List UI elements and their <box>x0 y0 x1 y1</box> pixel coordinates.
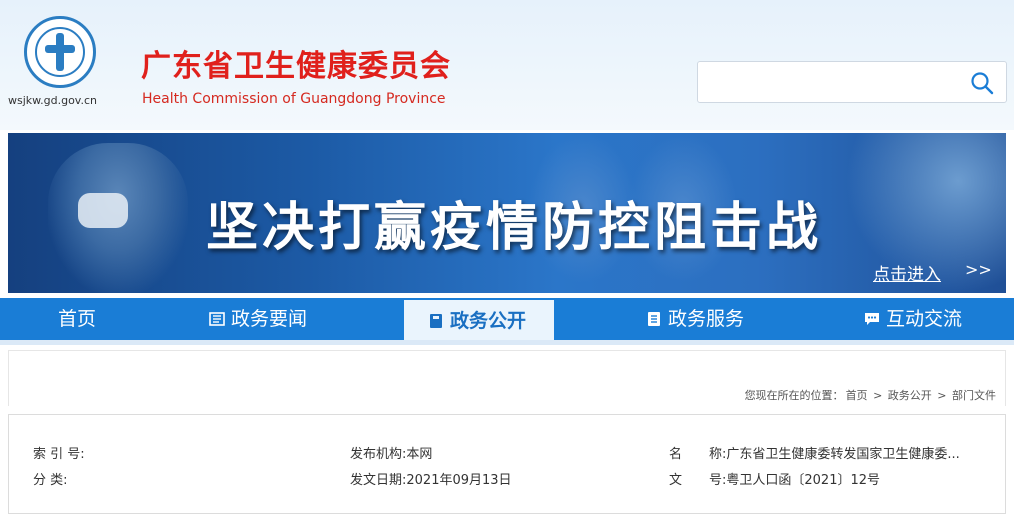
site-subtitle: Health Commission of Guangdong Province <box>142 91 446 107</box>
doc-number-value: 粤卫人口函〔2021〕12号 <box>726 473 881 488</box>
breadcrumb-item-home[interactable]: 首页 <box>846 389 868 402</box>
site-domain: wsjkw.gd.gov.cn <box>8 94 97 107</box>
nav-item-label: 互动交流 <box>886 308 963 330</box>
banner-slogan: 坚决打赢疫情防控阻击战 <box>206 198 823 258</box>
name-label-second: 称: <box>709 447 727 462</box>
site-header: wsjkw.gd.gov.cn 广东省卫生健康委员会 Health Commis… <box>0 0 1014 130</box>
publisher-value: 本网 <box>406 447 433 462</box>
name-row: 称:广东省卫生健康委转发国家卫生健康委... <box>709 443 960 462</box>
breadcrumb-separator: > <box>873 389 883 402</box>
name-value: 广东省卫生健康委转发国家卫生健康委... <box>726 447 960 462</box>
search-icon[interactable] <box>970 71 994 95</box>
nav-item-label: 政务公开 <box>450 310 527 332</box>
breadcrumb-prefix: 您现在所在的位置： <box>744 389 844 402</box>
name-label-first: 名 <box>669 447 683 462</box>
chat-icon <box>865 313 879 325</box>
main-nav: 首页 政务要闻 政务公开 政务服务 互动交流 <box>0 298 1014 340</box>
publisher-label: 发布机构: <box>350 447 407 462</box>
nav-item-interaction[interactable]: 互动交流 <box>864 298 962 340</box>
nav-item-label: 政务要闻 <box>231 308 308 330</box>
index-label: 索 引 号: <box>33 447 85 462</box>
breadcrumb-container: 您现在所在的位置： 首页 > 政务公开 > 部门文件 <box>8 350 1006 406</box>
breadcrumb-item-gov-open[interactable]: 政务公开 <box>888 389 932 402</box>
breadcrumb: 您现在所在的位置： 首页 > 政务公开 > 部门文件 <box>744 387 997 403</box>
document-icon <box>648 312 660 326</box>
banner-mask-shape <box>78 193 128 228</box>
search-input[interactable] <box>706 70 950 96</box>
nav-item-news[interactable]: 政务要闻 <box>209 298 307 340</box>
date-row: 发文日期:2021年09月13日 <box>350 469 512 488</box>
nav-divider <box>0 340 1014 345</box>
search-box[interactable] <box>697 61 1007 103</box>
banner-enter-link[interactable]: 点击进入 <box>873 260 941 285</box>
date-value: 2021年09月13日 <box>406 473 512 488</box>
document-info-table: 索 引 号: 分 类: 发布机构:本网 发文日期:2021年09月13日 名 称… <box>8 414 1006 514</box>
banner-enter-arrow-icon[interactable]: >> <box>965 260 992 279</box>
category-label: 分 类: <box>33 473 68 488</box>
nav-item-services[interactable]: 政务服务 <box>646 298 744 340</box>
doc-number-label-second: 号: <box>709 473 727 488</box>
news-icon <box>209 312 225 326</box>
publisher-row: 发布机构:本网 <box>350 443 432 462</box>
doc-number-label-first: 文 <box>669 473 683 488</box>
nav-item-label: 首页 <box>58 308 97 330</box>
site-logo[interactable] <box>24 16 96 88</box>
site-title[interactable]: 广东省卫生健康委员会 <box>141 41 451 85</box>
book-icon <box>430 314 442 328</box>
nav-item-label: 政务服务 <box>668 308 745 330</box>
logo-bar <box>45 45 75 53</box>
date-label: 发文日期: <box>350 473 407 488</box>
nav-item-gov-open[interactable]: 政务公开 <box>404 300 554 340</box>
breadcrumb-item-dept-files[interactable]: 部门文件 <box>952 389 996 402</box>
doc-number-row: 号:粤卫人口函〔2021〕12号 <box>709 469 880 488</box>
breadcrumb-separator: > <box>937 389 947 402</box>
nav-item-home[interactable]: 首页 <box>58 298 96 340</box>
